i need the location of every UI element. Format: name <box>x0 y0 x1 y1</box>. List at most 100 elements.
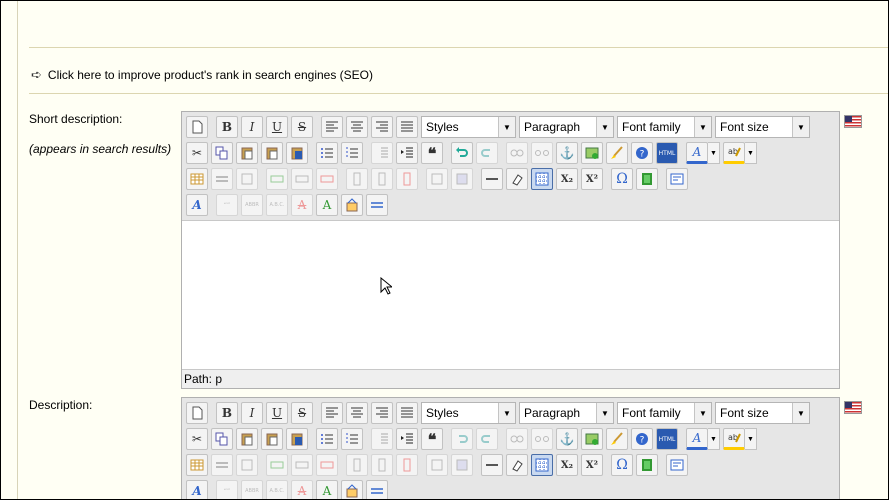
paragraph-select[interactable]: Paragraph ▼ <box>519 402 614 424</box>
new-document-icon[interactable] <box>186 116 208 138</box>
acronym-button[interactable]: A.B.C. <box>266 480 288 499</box>
bullet-list-icon[interactable] <box>316 428 338 450</box>
help-icon[interactable]: ? <box>631 428 653 450</box>
indent-icon[interactable] <box>396 428 418 450</box>
horizontal-rule-icon[interactable] <box>481 454 503 476</box>
numbered-list-icon[interactable] <box>341 142 363 164</box>
table-row-props-icon[interactable] <box>211 454 233 476</box>
insert-table-icon[interactable] <box>186 454 208 476</box>
insert-col-before-icon[interactable] <box>346 454 368 476</box>
remove-format-icon[interactable] <box>506 168 528 190</box>
insert-col-after-icon[interactable] <box>371 454 393 476</box>
redo-icon[interactable] <box>476 142 498 164</box>
insert-row-before-icon[interactable] <box>266 168 288 190</box>
new-document-icon[interactable] <box>186 402 208 424</box>
font-size-select[interactable]: Font size ▼ <box>715 116 810 138</box>
image-icon[interactable] <box>581 142 603 164</box>
split-cells-icon[interactable] <box>426 454 448 476</box>
attributes-icon[interactable] <box>341 480 363 499</box>
abbr-button[interactable]: ABBR <box>241 480 263 499</box>
highlight-color-icon[interactable]: ab <box>723 428 745 450</box>
seo-link[interactable]: ➪ Click here to improve product's rank i… <box>31 67 373 83</box>
font-family-select[interactable]: Font family ▼ <box>617 402 712 424</box>
visual-aid-icon[interactable] <box>531 168 553 190</box>
paste-word-icon[interactable] <box>286 142 308 164</box>
delete-col-icon[interactable] <box>396 168 418 190</box>
anchor-icon[interactable]: ⚓ <box>556 428 578 450</box>
us-flag-icon[interactable] <box>844 401 862 414</box>
subscript-button[interactable]: X₂ <box>556 168 578 190</box>
align-right-icon[interactable] <box>371 116 393 138</box>
media-icon[interactable] <box>636 168 658 190</box>
special-char-button[interactable]: Ω <box>611 454 633 476</box>
image-icon[interactable] <box>581 428 603 450</box>
insert-col-before-icon[interactable] <box>346 168 368 190</box>
delete-text-button[interactable]: A <box>291 480 313 499</box>
align-center-icon[interactable] <box>346 402 368 424</box>
delete-row-icon[interactable] <box>316 168 338 190</box>
insert-row-before-icon[interactable] <box>266 454 288 476</box>
blockquote-button[interactable]: ❝ <box>421 428 443 450</box>
style-props-button[interactable]: A <box>186 480 208 499</box>
cut-icon[interactable]: ✂ <box>186 142 208 164</box>
template-icon[interactable] <box>666 168 688 190</box>
acronym-button[interactable]: A.B.C. <box>266 194 288 216</box>
insert-row-after-icon[interactable] <box>291 168 313 190</box>
media-icon[interactable] <box>636 454 658 476</box>
pagebreak-icon[interactable] <box>366 480 388 499</box>
remove-format-icon[interactable] <box>506 454 528 476</box>
superscript-button[interactable]: X² <box>581 168 603 190</box>
delete-row-icon[interactable] <box>316 454 338 476</box>
align-justify-icon[interactable] <box>396 402 418 424</box>
pagebreak-icon[interactable] <box>366 194 388 216</box>
styles-select[interactable]: Styles ▼ <box>421 402 516 424</box>
cite-button[interactable]: “” <box>216 480 238 499</box>
table-row-props-icon[interactable] <box>211 168 233 190</box>
align-left-icon[interactable] <box>321 116 343 138</box>
link-icon[interactable] <box>506 142 528 164</box>
unlink-icon[interactable] <box>531 142 553 164</box>
align-justify-icon[interactable] <box>396 116 418 138</box>
undo-icon[interactable] <box>451 142 473 164</box>
italic-button[interactable]: I <box>241 402 263 424</box>
align-right-icon[interactable] <box>371 402 393 424</box>
chevron-down-icon[interactable]: ▼ <box>745 142 757 164</box>
copy-icon[interactable] <box>211 142 233 164</box>
bold-button[interactable]: B <box>216 116 238 138</box>
help-icon[interactable]: ? <box>631 142 653 164</box>
merge-cells-icon[interactable] <box>451 454 473 476</box>
copy-icon[interactable] <box>211 428 233 450</box>
attributes-icon[interactable] <box>341 194 363 216</box>
paste-icon[interactable] <box>236 428 258 450</box>
anchor-icon[interactable]: ⚓ <box>556 142 578 164</box>
delete-text-button[interactable]: A <box>291 194 313 216</box>
cut-icon[interactable]: ✂ <box>186 428 208 450</box>
text-color-split[interactable]: A ▼ <box>686 428 720 450</box>
underline-button[interactable]: U <box>266 116 288 138</box>
template-icon[interactable] <box>666 454 688 476</box>
unlink-icon[interactable] <box>531 428 553 450</box>
superscript-button[interactable]: X² <box>581 454 603 476</box>
merge-cells-icon[interactable] <box>451 168 473 190</box>
font-family-select[interactable]: Font family ▼ <box>617 116 712 138</box>
highlight-color-split[interactable]: ab ▼ <box>723 142 757 164</box>
strikethrough-button[interactable]: S <box>291 402 313 424</box>
horizontal-rule-icon[interactable] <box>481 168 503 190</box>
cleanup-icon[interactable] <box>606 142 628 164</box>
style-props-button[interactable]: A <box>186 194 208 216</box>
html-source-button[interactable]: HTML <box>656 428 678 450</box>
font-size-select[interactable]: Font size ▼ <box>715 402 810 424</box>
paste-word-icon[interactable] <box>286 428 308 450</box>
bold-button[interactable]: B <box>216 402 238 424</box>
text-color-button[interactable]: A <box>686 142 708 164</box>
bullet-list-icon[interactable] <box>316 142 338 164</box>
undo-icon[interactable] <box>451 428 473 450</box>
link-icon[interactable] <box>506 428 528 450</box>
chevron-down-icon[interactable]: ▼ <box>708 428 720 450</box>
redo-icon[interactable] <box>476 428 498 450</box>
highlight-color-icon[interactable]: ab <box>723 142 745 164</box>
insert-col-after-icon[interactable] <box>371 168 393 190</box>
paste-text-icon[interactable] <box>261 142 283 164</box>
visual-aid-icon[interactable] <box>531 454 553 476</box>
indent-icon[interactable] <box>396 142 418 164</box>
